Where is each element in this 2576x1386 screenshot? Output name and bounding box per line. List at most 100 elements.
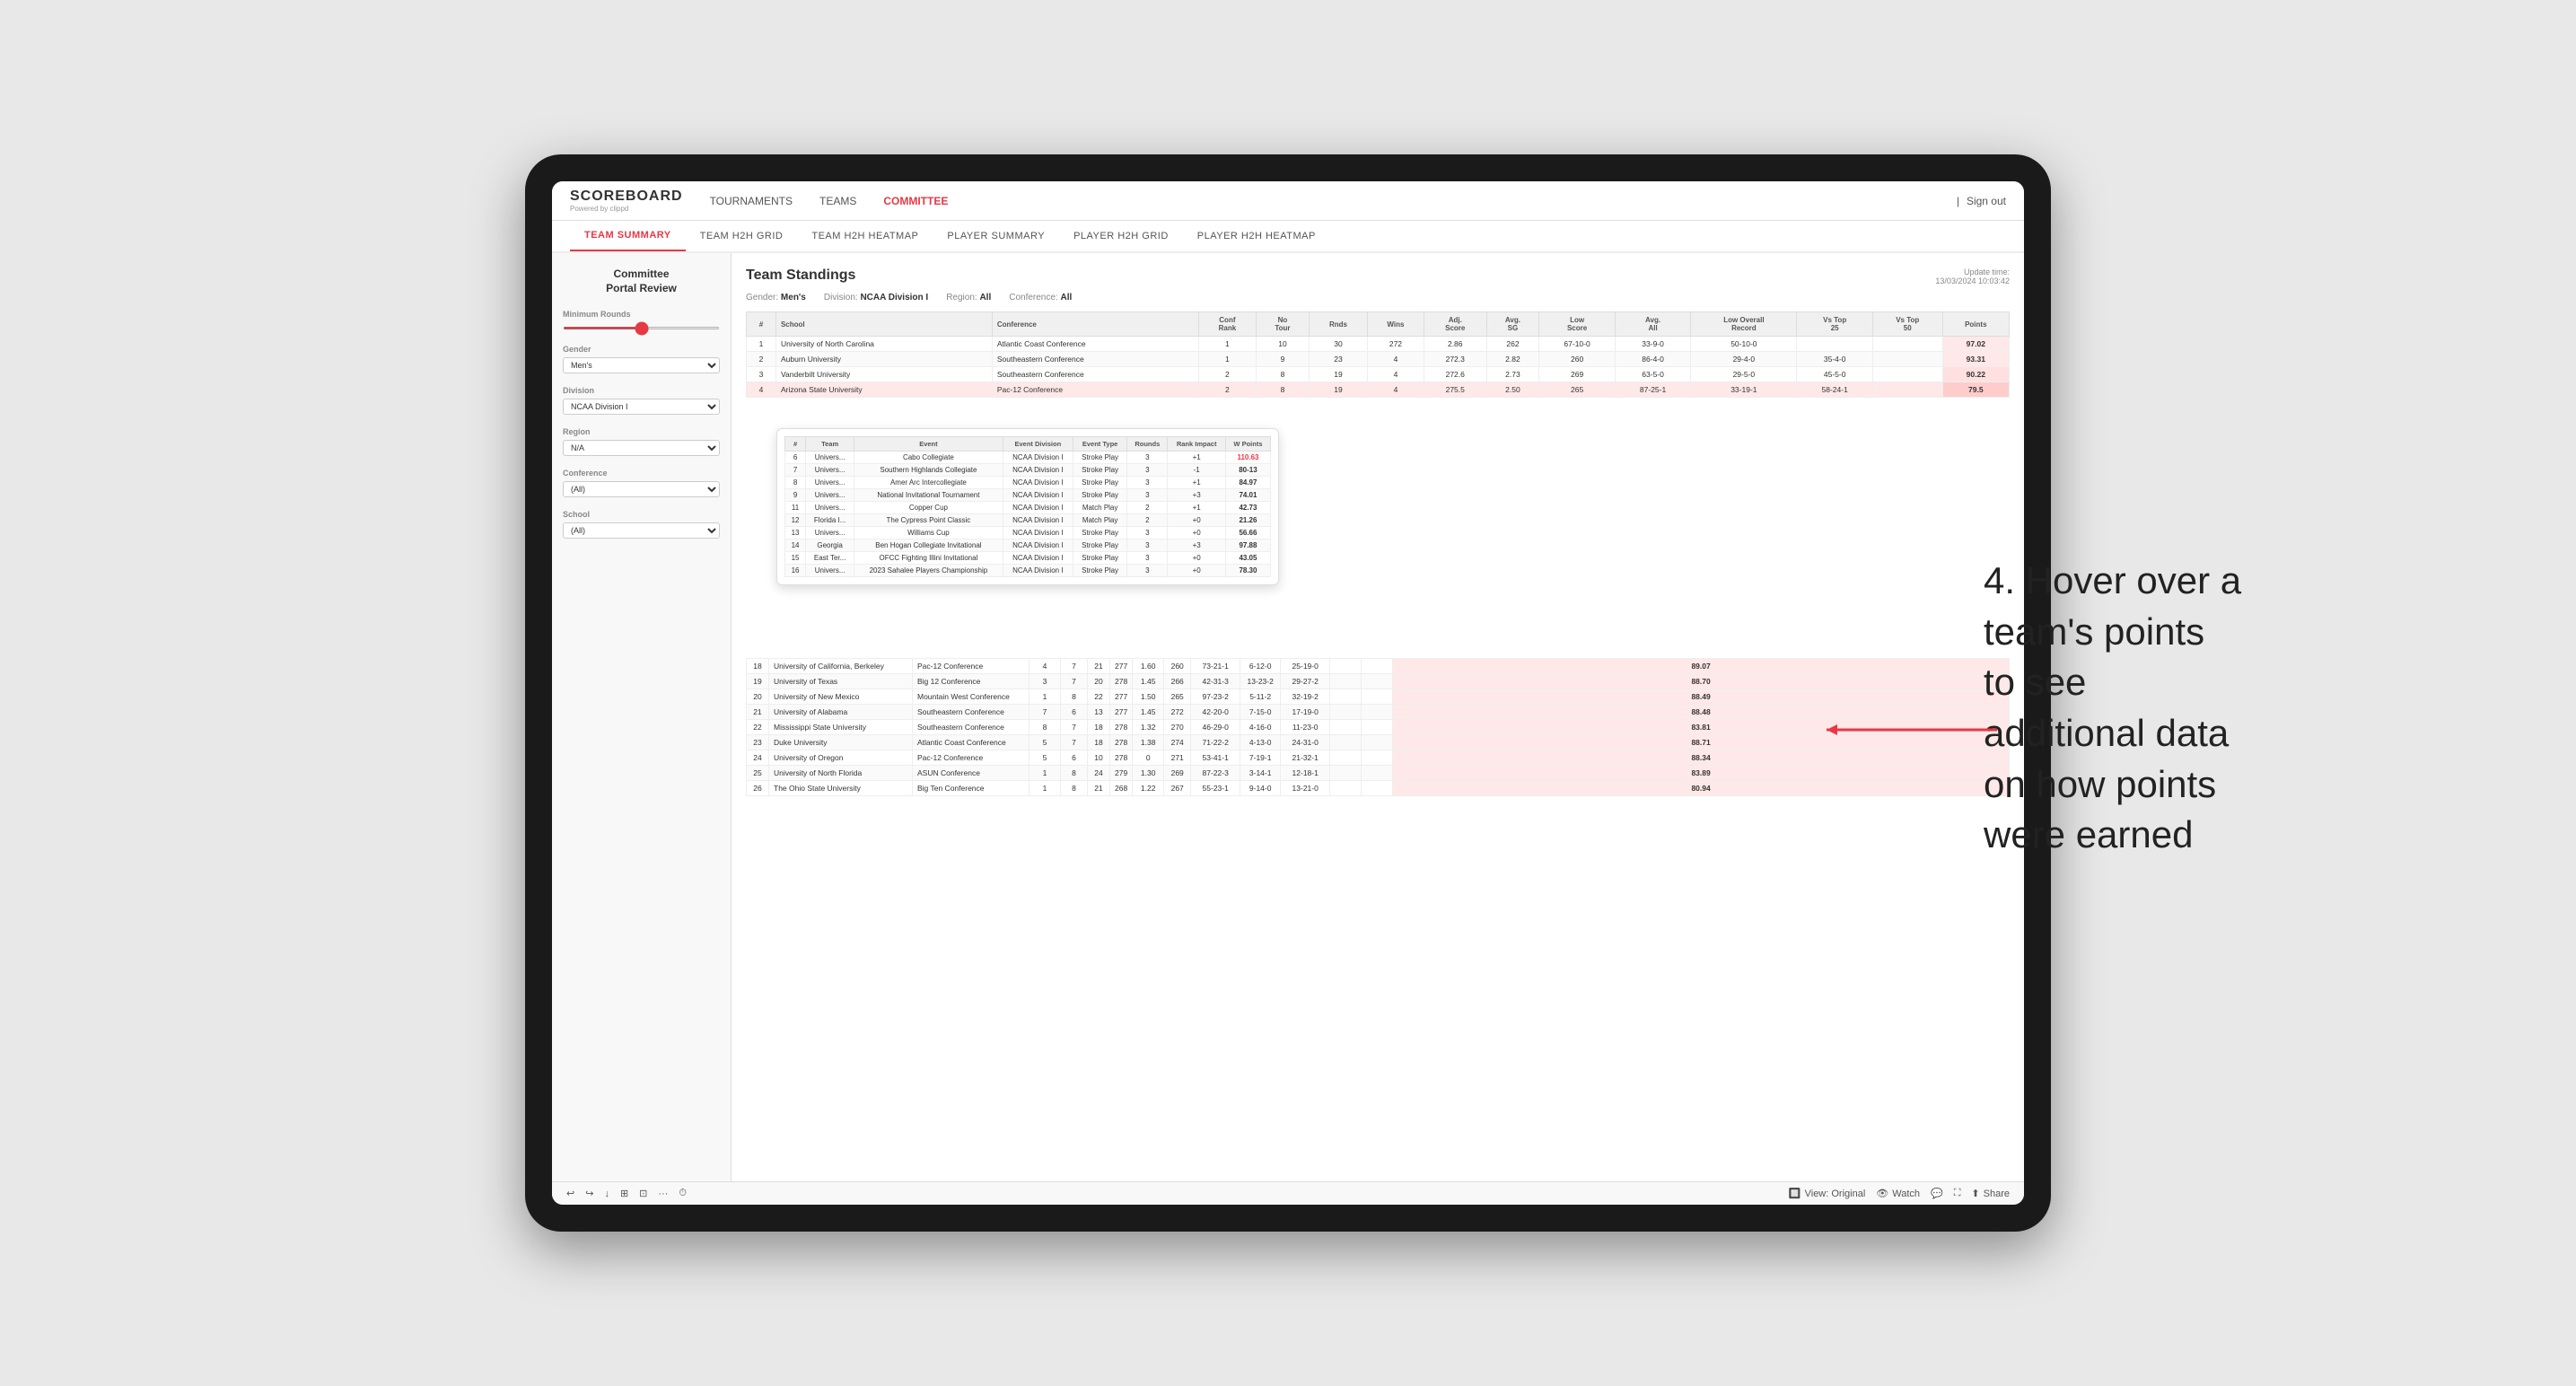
download-button[interactable]: ↓ [604,1189,609,1199]
logo-area: SCOREBOARD Powered by clippd [570,189,683,213]
cell-points-highlighted[interactable]: 79.5 [1942,382,2009,398]
share-button[interactable]: ⬆ Share [1971,1188,2010,1199]
tab-team-h2h-grid[interactable]: TEAM H2H GRID [686,221,798,251]
cell-points[interactable]: 83.89 [1393,766,2010,781]
cell-points[interactable]: 80.94 [1393,781,2010,796]
cell-vs-top25 [1330,689,1362,705]
cell-school: University of Oregon [769,750,913,766]
tooltip-cell: 2023 Sahalee Players Championship [854,565,1003,577]
cell-points[interactable]: 88.49 [1393,689,2010,705]
filter-conference: Conference: All [1009,293,1072,303]
col-wins: Wins [1367,312,1424,337]
cell-points[interactable]: 88.34 [1393,750,2010,766]
cell-conf: Atlantic Coast Conference [992,337,1198,352]
cell-no-tour: 7 [1061,659,1088,674]
view-original-button[interactable]: 🔲 View: Original [1789,1188,1865,1199]
cell-points[interactable]: 93.31 [1942,352,2009,367]
tooltip-cell: 80-13 [1225,464,1270,477]
cell-conf-rank: 5 [1030,735,1061,750]
cell-vs-top25: 58-24-1 [1797,382,1872,398]
division-select[interactable]: NCAA Division I [563,399,720,415]
cell-low-overall: 29-27-2 [1281,674,1330,689]
cell-conf-rank: 1 [1030,766,1061,781]
nav-teams[interactable]: TEAMS [819,190,856,212]
fullscreen-button[interactable]: ⛶ [1954,1188,1961,1199]
tooltip-cell: 2 [1127,514,1168,527]
tab-player-summary[interactable]: PLAYER SUMMARY [933,221,1059,251]
cell-low-overall: 50-10-0 [1691,337,1797,352]
cell-rnds: 30 [1309,337,1367,352]
tab-player-h2h-heatmap[interactable]: PLAYER H2H HEATMAP [1183,221,1330,251]
conference-select[interactable]: (All) [563,481,720,497]
cell-conf: Big 12 Conference [913,674,1030,689]
gender-select[interactable]: Men's Women's [563,357,720,373]
cell-avg-sg: 2.73 [1486,367,1539,382]
tab-team-summary[interactable]: TEAM SUMMARY [570,221,686,251]
tooltip-row: 14 Georgia Ben Hogan Collegiate Invitati… [785,539,1271,552]
report-title: Team Standings [746,268,855,284]
filter-conference-value: All [1061,293,1073,303]
cell-low-score: 42-31-3 [1191,674,1240,689]
min-rounds-slider[interactable] [563,327,720,329]
cell-conf-rank: 1 [1030,781,1061,796]
more-button[interactable]: ··· [658,1189,668,1199]
tooltip-cell: 3 [1127,489,1168,502]
cell-no-tour: 8 [1061,689,1088,705]
nav-tournaments[interactable]: TOURNAMENTS [710,190,793,212]
table-row: 25 University of North Florida ASUN Conf… [747,766,2010,781]
tooltip-cell: 13 [785,527,806,539]
tooltip-cell: 8 [785,477,806,489]
cell-points[interactable]: 88.70 [1393,674,2010,689]
tab-team-h2h-heatmap[interactable]: TEAM H2H HEATMAP [797,221,933,251]
table-row: 18 University of California, Berkeley Pa… [747,659,2010,674]
cell-low-score: 71-22-2 [1191,735,1240,750]
nav-committee[interactable]: COMMITTEE [883,190,948,212]
cell-conf: Southeastern Conference [913,720,1030,735]
filter-region-label: Region: [946,293,979,303]
cell-points[interactable]: 89.07 [1393,659,2010,674]
tooltip-row: 15 East Ter... OFCC Fighting Illini Invi… [785,552,1271,565]
undo-button[interactable]: ↩ [566,1188,574,1199]
tooltip-popup: # Team Event Event Division Event Type R… [776,428,1279,585]
copy-button[interactable]: ⊡ [639,1188,647,1199]
tooltip-cell: Stroke Play [1073,527,1126,539]
tab-player-h2h-grid[interactable]: PLAYER H2H GRID [1059,221,1183,251]
watch-button[interactable]: 👁 Watch [1876,1188,1920,1199]
cell-avg-sg: 271 [1164,750,1191,766]
region-select[interactable]: N/A [563,440,720,456]
timer-button[interactable]: ⏱ [679,1188,687,1199]
cell-points[interactable]: 90.22 [1942,367,2009,382]
redo-button[interactable]: ↪ [585,1188,593,1199]
watch-label: Watch [1892,1189,1920,1199]
cell-vs-top50 [1362,674,1393,689]
cell-vs-top25 [1330,674,1362,689]
col-low-overall: Low OverallRecord [1691,312,1797,337]
grid-button[interactable]: ⊞ [620,1188,628,1199]
tooltip-row: 16 Univers... 2023 Sahalee Players Champ… [785,565,1271,577]
tooltip-cell: Stroke Play [1073,477,1126,489]
school-select[interactable]: (All) [563,522,720,539]
sign-out-area: | Sign out [1957,190,2006,212]
cell-points[interactable]: 88.48 [1393,705,2010,720]
tooltip-cell: East Ter... [806,552,854,565]
sign-out-button[interactable]: Sign out [1967,190,2006,212]
table-row: 24 University of Oregon Pac-12 Conferenc… [747,750,2010,766]
tooltip-cell: +3 [1168,539,1226,552]
tooltip-cell: Univers... [806,502,854,514]
cell-vs-top50 [1362,735,1393,750]
tooltip-row: 6 Univers... Cabo Collegiate NCAA Divisi… [785,452,1271,464]
cell-points[interactable]: 97.02 [1942,337,2009,352]
cell-avg-all: 9-14-0 [1240,781,1281,796]
tooltip-cell: Univers... [806,477,854,489]
cell-rank: 24 [747,750,769,766]
cell-adj-score: 1.30 [1133,766,1164,781]
cell-conf: Pac-12 Conference [992,382,1198,398]
cell-rnds: 21 [1088,781,1110,796]
filter-region: Region: All [946,293,991,303]
cell-wins: 268 [1110,781,1133,796]
cell-vs-top25 [1330,766,1362,781]
cell-avg-all: 86-4-0 [1615,352,1690,367]
comment-button[interactable]: 💬 [1931,1188,1943,1199]
update-time: Update time:13/03/2024 10:03:42 [1935,268,2010,285]
tooltip-cell: National Invitational Tournament [854,489,1003,502]
